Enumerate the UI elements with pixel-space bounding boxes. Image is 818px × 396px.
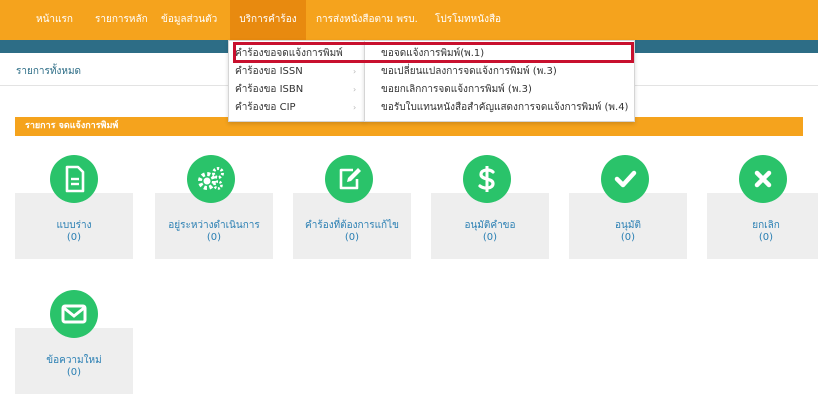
edit-icon[interactable]	[325, 155, 373, 203]
card-draft-count: (0)	[66, 232, 82, 243]
nav-request-services[interactable]: บริการคำร้อง	[230, 0, 306, 40]
chevron-right-icon: ›	[353, 103, 357, 112]
check-icon[interactable]	[601, 155, 649, 203]
submenu-item-cancel-p3[interactable]: ขอยกเลิกการจดแจ้งการพิมพ์ (พ.3)	[381, 83, 532, 97]
card-new-messages-label[interactable]: ข้อความใหม่	[9, 355, 139, 367]
envelope-icon[interactable]	[50, 290, 98, 338]
x-icon[interactable]	[739, 155, 787, 203]
card-new-messages-count: (0)	[66, 367, 82, 378]
dollar-icon[interactable]	[463, 155, 511, 203]
card-in-progress-label[interactable]: อยู่ระหว่างดำเนินการ	[149, 220, 279, 232]
menu-item-cip[interactable]: คำร้องขอ CIP	[235, 101, 296, 115]
card-draft-label[interactable]: แบบร่าง	[9, 220, 139, 232]
top-nav: หน้าแรก รายการหลัก ข้อมูลส่วนตัว บริการค…	[0, 0, 818, 40]
chevron-right-icon: ›	[353, 85, 357, 94]
card-approved-count: (0)	[620, 232, 636, 243]
card-cancelled-count: (0)	[758, 232, 774, 243]
nav-main-list[interactable]: รายการหลัก	[95, 0, 148, 40]
nav-book-promotion[interactable]: โปรโมทหนังสือ	[435, 0, 501, 40]
submenu-item-change-p3[interactable]: ขอเปลี่ยนแปลงการจดแจ้งการพิมพ์ (พ.3)	[381, 65, 557, 79]
card-needs-correction-label[interactable]: คำร้องที่ต้องการแก้ไข	[287, 220, 417, 232]
nav-book-submission[interactable]: การส่งหนังสือตาม พรบ.	[316, 0, 418, 40]
menu-item-isbn[interactable]: คำร้องขอ ISBN	[235, 83, 303, 97]
menu-item-issn[interactable]: คำร้องขอ ISSN	[235, 65, 303, 79]
gears-icon[interactable]	[187, 155, 235, 203]
card-approve-request-count: (0)	[482, 232, 498, 243]
card-approve-request-label[interactable]: อนุมัติคำขอ	[425, 220, 555, 232]
card-needs-correction-count: (0)	[344, 232, 360, 243]
highlight-annotation	[233, 42, 634, 63]
card-in-progress-count: (0)	[206, 232, 222, 243]
card-cancelled-label[interactable]: ยกเลิก	[701, 220, 818, 232]
section-title: รายการ จดแจ้งการพิมพ์	[25, 121, 119, 131]
card-approved-label[interactable]: อนุมัติ	[563, 220, 693, 232]
nav-home[interactable]: หน้าแรก	[36, 0, 73, 40]
chevron-right-icon: ›	[353, 67, 357, 76]
page-title: รายการทั้งหมด	[16, 66, 82, 77]
nav-profile[interactable]: ข้อมูลส่วนตัว	[161, 0, 217, 40]
document-icon[interactable]	[50, 155, 98, 203]
submenu-item-replacement-p4[interactable]: ขอรับใบแทนหนังสือสำคัญแสดงการจดแจ้งการพิ…	[381, 101, 628, 115]
